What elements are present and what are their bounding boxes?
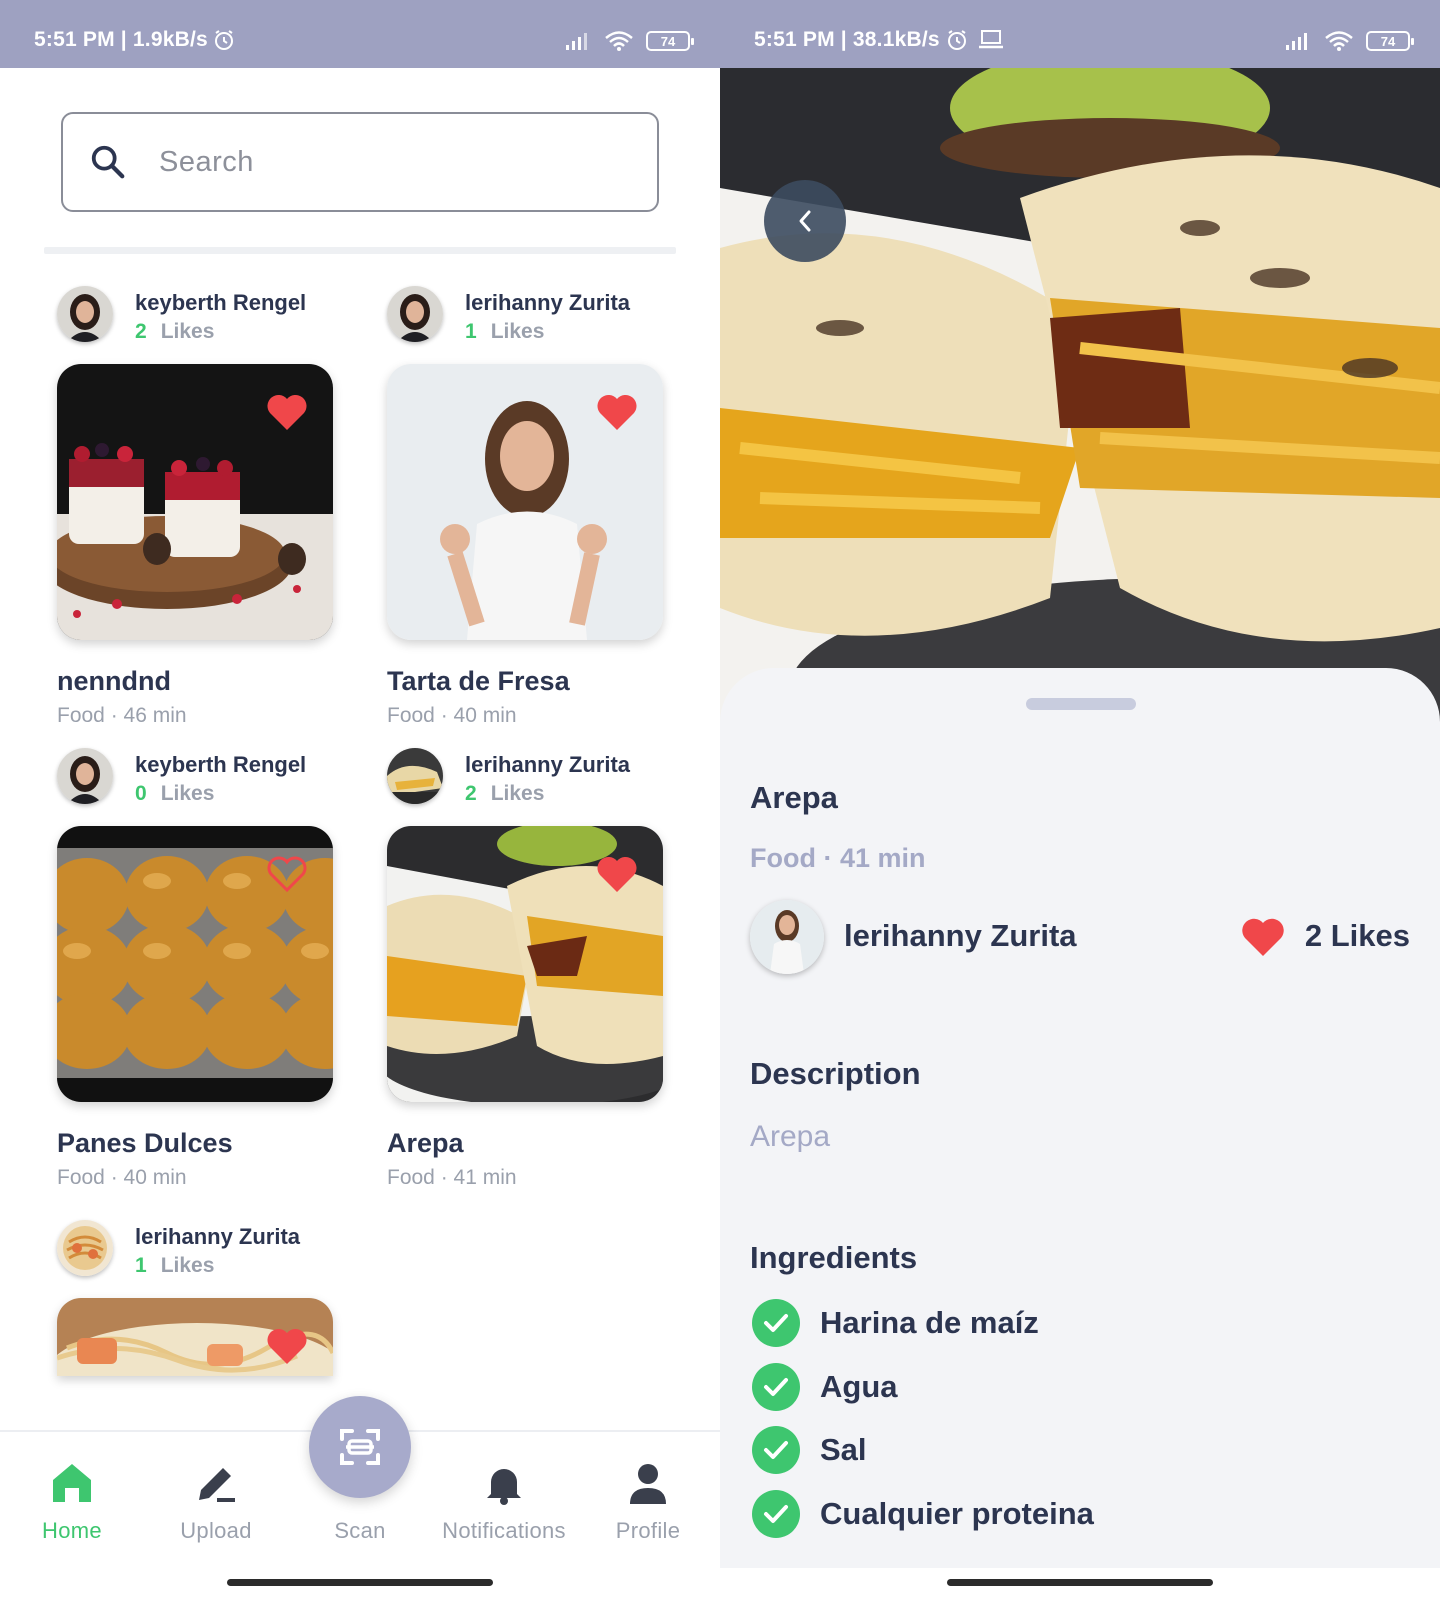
- recipe-meta: Food · 40 min: [57, 1166, 187, 1189]
- check-icon: [752, 1426, 800, 1474]
- wifi-icon: [1325, 31, 1353, 51]
- ingredient-item: Harina de maíz: [752, 1298, 1039, 1348]
- likes-count: 2 Likes: [135, 320, 215, 343]
- back-button[interactable]: [764, 180, 846, 262]
- recipe-image[interactable]: [387, 826, 663, 1102]
- author-name: lerihanny Zurita: [465, 290, 631, 315]
- check-icon: [752, 1299, 800, 1347]
- status-indicators: 74: [564, 30, 694, 52]
- ingredient-item: Agua: [752, 1362, 898, 1412]
- status-time: 5:51 PM | 38.1kB/s: [754, 28, 940, 51]
- recipe-image[interactable]: [387, 364, 663, 640]
- home-indicator: [227, 1579, 493, 1586]
- likes-count: 2 Likes: [465, 782, 545, 805]
- avatar: [387, 286, 443, 342]
- avatar: [57, 286, 113, 342]
- likes-count: 2 Likes: [1304, 918, 1410, 953]
- check-icon: [752, 1363, 800, 1411]
- recipe-image[interactable]: [57, 826, 333, 1102]
- battery-indicator: 74: [1366, 31, 1414, 51]
- check-icon: [752, 1490, 800, 1538]
- signal-icon: [1286, 33, 1307, 50]
- scan-button[interactable]: [309, 1396, 411, 1498]
- status-indicators: 74: [1284, 30, 1414, 52]
- post-card[interactable]: keyberth Rengel 2 Likes nenndnd Food · 4…: [57, 286, 333, 727]
- like-heart-outline-icon[interactable]: [265, 854, 309, 894]
- battery-indicator: 74: [646, 31, 694, 51]
- alarm-icon: [212, 28, 236, 52]
- recipe-title: nenndnd: [57, 666, 171, 696]
- post-author[interactable]: lerihanny Zurita 2 Likes: [387, 748, 663, 810]
- laptop-icon: [978, 28, 1004, 50]
- post-card[interactable]: lerihanny Zurita 1 Likes: [57, 1220, 333, 1376]
- chevron-left-icon: [799, 210, 811, 232]
- like-heart-icon[interactable]: [265, 1326, 309, 1366]
- scan-icon: [340, 1429, 380, 1465]
- avatar: [387, 748, 443, 804]
- recipe-title: Arepa: [387, 1128, 464, 1158]
- post-author[interactable]: lerihanny Zurita 1 Likes: [57, 1220, 333, 1282]
- bell-icon: [487, 1469, 521, 1505]
- recipe-meta: Food · 46 min: [57, 704, 187, 727]
- recipe-title: Arepa: [750, 780, 838, 815]
- nav-notifications[interactable]: Notifications: [434, 1460, 574, 1544]
- likes-count: 1 Likes: [465, 320, 545, 343]
- search-placeholder: Search: [159, 145, 254, 178]
- home-indicator: [947, 1579, 1213, 1586]
- user-icon: [630, 1464, 666, 1504]
- wifi-icon: [605, 31, 633, 51]
- description-heading: Description: [750, 1056, 921, 1091]
- nav-profile[interactable]: Profile: [578, 1460, 718, 1544]
- ingredient-item: Cualquier proteina: [752, 1489, 1094, 1539]
- recipe-image[interactable]: [57, 364, 333, 640]
- recipe-title: Panes Dulces: [57, 1128, 233, 1158]
- like-heart-icon[interactable]: [1240, 916, 1286, 958]
- search-icon: [91, 145, 125, 179]
- post-card[interactable]: keyberth Rengel 0 Likes Panes Dulces Food…: [57, 748, 333, 1189]
- author-name[interactable]: lerihanny Zurita: [844, 918, 1077, 954]
- author-name: lerihanny Zurita: [465, 752, 631, 777]
- nav-upload[interactable]: Upload: [146, 1460, 286, 1544]
- recipe-meta: Food · 40 min: [387, 704, 517, 727]
- description-text: Arepa: [750, 1120, 831, 1153]
- recipe-meta: Food · 41 min: [750, 843, 926, 873]
- divider: [44, 247, 676, 254]
- author-avatar[interactable]: [750, 900, 824, 974]
- recipe-hero-image: [720, 68, 1440, 728]
- post-card[interactable]: lerihanny Zurita 2 Likes Arepa Food · 41 …: [387, 748, 663, 1189]
- author-name: keyberth Rengel: [135, 752, 307, 777]
- pencil-icon: [199, 1468, 235, 1502]
- sheet-drag-handle[interactable]: [1026, 698, 1136, 710]
- recipe-meta: Food · 41 min: [387, 1166, 517, 1189]
- post-author[interactable]: keyberth Rengel 0 Likes: [57, 748, 333, 810]
- home-icon: [53, 1464, 91, 1502]
- ingredient-item: Sal: [752, 1425, 867, 1475]
- nav-home[interactable]: Home: [2, 1460, 142, 1544]
- detail-sheet: Arepa Food · 41 min lerihanny Zurita 2 L…: [720, 668, 1440, 1568]
- status-bar: 5:51 PM | 1.9kB/s 74: [0, 0, 720, 68]
- recipe-title: Tarta de Fresa: [387, 666, 570, 696]
- status-bar: 5:51 PM | 38.1kB/s 74: [720, 0, 1440, 68]
- likes-count: 0 Likes: [135, 782, 215, 805]
- author-name: keyberth Rengel: [135, 290, 307, 315]
- recipe-detail-screen: 5:51 PM | 38.1kB/s 74 Arepa Food · 41 mi…: [720, 0, 1440, 1600]
- avatar: [57, 748, 113, 804]
- post-author[interactable]: keyberth Rengel 2 Likes: [57, 286, 333, 348]
- status-time: 5:51 PM | 1.9kB/s: [34, 28, 208, 51]
- feed-screen: 5:51 PM | 1.9kB/s 74 Search keyberth Ren…: [0, 0, 720, 1600]
- search-input[interactable]: Search: [61, 112, 659, 212]
- ingredients-heading: Ingredients: [750, 1240, 918, 1275]
- post-author[interactable]: lerihanny Zurita 1 Likes: [387, 286, 663, 348]
- like-heart-icon[interactable]: [595, 854, 639, 894]
- recipe-image[interactable]: [57, 1298, 333, 1376]
- author-name: lerihanny Zurita: [135, 1224, 301, 1249]
- likes-count: 1 Likes: [135, 1254, 215, 1277]
- signal-icon: [566, 33, 587, 50]
- like-heart-icon[interactable]: [265, 392, 309, 432]
- post-card[interactable]: lerihanny Zurita 1 Likes Tarta de Fresa F…: [387, 286, 663, 727]
- like-heart-icon[interactable]: [595, 392, 639, 432]
- avatar: [57, 1220, 113, 1276]
- alarm-icon: [945, 28, 969, 52]
